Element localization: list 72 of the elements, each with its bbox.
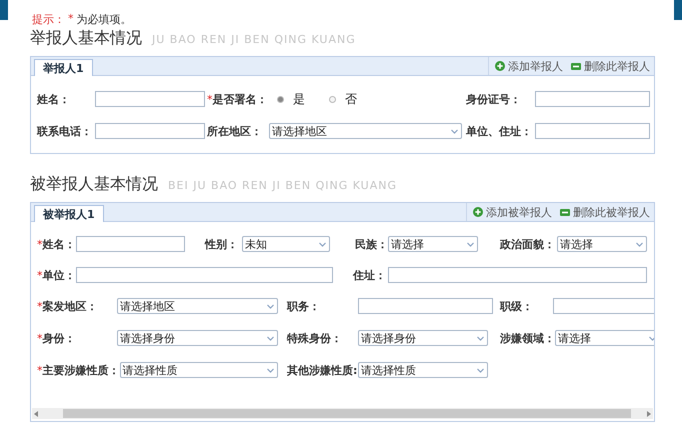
minus-icon xyxy=(571,62,581,70)
text-field[interactable] xyxy=(95,123,205,139)
field-label: 性别： xyxy=(205,236,239,252)
text-field[interactable] xyxy=(358,298,493,314)
field-label: 职务： xyxy=(287,298,321,314)
field-label: 职级： xyxy=(500,298,534,314)
chevron-down-icon xyxy=(450,126,459,136)
delete-link[interactable]: 删除此被举报人 xyxy=(560,204,650,220)
plus-circle-icon xyxy=(495,61,505,71)
horizontal-scrollbar[interactable] xyxy=(32,408,653,419)
required-mark: * xyxy=(68,12,74,27)
field-label: 特殊身份： xyxy=(287,330,343,346)
edge-bar xyxy=(0,0,8,20)
field-label: *身份： xyxy=(37,330,76,346)
chevron-down-icon xyxy=(266,302,275,310)
dropdown[interactable]: 请选择地区 xyxy=(269,123,462,139)
field-label: 其他涉嫌性质: xyxy=(287,362,358,378)
field-label: 联系电话： xyxy=(37,124,93,138)
tab[interactable]: 举报人1 xyxy=(34,59,93,76)
field-label: *单位： xyxy=(37,268,76,282)
hint-text: 为必填项。 xyxy=(76,12,132,28)
dropdown[interactable]: 请选择性质 xyxy=(358,362,488,378)
field-label: *主要涉嫌性质： xyxy=(37,362,120,378)
chevron-down-icon xyxy=(266,366,274,374)
delete-link[interactable]: 删除此举报人 xyxy=(571,58,650,74)
text-field[interactable] xyxy=(388,267,647,283)
chevron-down-icon xyxy=(318,240,327,248)
field-label: 政治面貌： xyxy=(500,236,556,252)
text-field[interactable] xyxy=(535,123,650,139)
field-label: 单位、住址： xyxy=(466,124,533,138)
hint-label: 提示： xyxy=(32,12,65,28)
add-link[interactable]: 添加被举报人 xyxy=(473,204,552,220)
section-subtitle: JU BAO REN JI BEN QING KUANG xyxy=(152,33,356,46)
text-field[interactable] xyxy=(553,298,654,314)
dropdown[interactable]: 请选择 xyxy=(388,236,478,252)
field-label: 所在地区： xyxy=(207,124,263,138)
chevron-down-icon xyxy=(635,240,644,248)
text-field[interactable] xyxy=(535,91,650,107)
chevron-down-icon xyxy=(476,366,485,374)
dropdown[interactable]: 请选择性质 xyxy=(120,362,278,378)
dropdown[interactable]: 请选择身份 xyxy=(358,330,488,346)
dropdown[interactable]: 请选择 xyxy=(557,236,647,252)
field-label: 身份证号： xyxy=(466,92,522,106)
field-label: *姓名： xyxy=(37,236,76,252)
section-title: 被举报人基本情况 xyxy=(30,174,158,195)
add-link[interactable]: 添加举报人 xyxy=(495,58,563,74)
field-label: 涉嫌领域： xyxy=(500,330,555,346)
section-subtitle: BEI JU BAO REN JI BEN QING KUANG xyxy=(168,179,397,192)
text-field[interactable] xyxy=(76,236,184,252)
minus-icon xyxy=(560,208,570,216)
dropdown[interactable]: 请选择身份 xyxy=(117,330,278,346)
field-label: 住址： xyxy=(353,268,387,282)
field-label: *是否署名： xyxy=(207,92,268,106)
chevron-down-icon xyxy=(266,334,275,342)
plus-circle-icon xyxy=(473,207,483,217)
chevron-down-icon xyxy=(466,240,475,248)
edge-bar xyxy=(674,0,682,20)
radio-option[interactable]: 是 xyxy=(277,90,305,108)
field-label: 民族： xyxy=(355,236,388,252)
scroll-right-icon[interactable] xyxy=(646,410,651,416)
dropdown[interactable]: 未知 xyxy=(242,236,330,252)
section-title: 举报人基本情况 xyxy=(30,28,142,49)
scroll-left-icon[interactable] xyxy=(34,410,39,416)
chevron-down-icon xyxy=(476,334,485,342)
radio-option[interactable]: 否 xyxy=(329,90,357,108)
field-label: 姓名： xyxy=(37,92,71,106)
tab[interactable]: 被举报人1 xyxy=(34,205,104,222)
dropdown[interactable]: 请选择 xyxy=(555,330,654,346)
field-label: *案发地区： xyxy=(37,298,98,314)
text-field[interactable] xyxy=(76,267,332,283)
dropdown[interactable]: 请选择地区 xyxy=(117,298,278,314)
text-field[interactable] xyxy=(95,91,205,107)
